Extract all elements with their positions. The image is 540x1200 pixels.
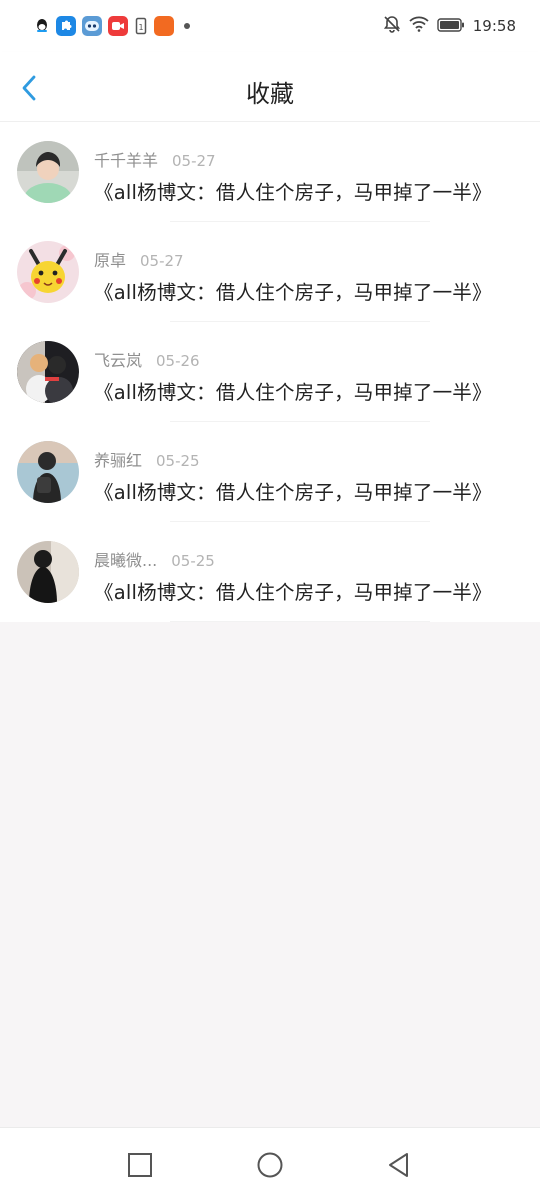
author-name: 晨曦微... <box>94 551 158 570</box>
item-date: 05-25 <box>156 452 200 470</box>
battery-icon <box>437 17 465 36</box>
avatar <box>17 141 79 203</box>
header: 收藏 <box>0 52 540 122</box>
item-title: 《all杨博文：借人住个房子，马甲掉了一半》 <box>94 281 492 304</box>
list-item[interactable]: 养骊红 05-25 《all杨博文：借人住个房子，马甲掉了一半》 <box>0 422 540 522</box>
circle-icon <box>257 1152 283 1178</box>
status-bar: 1 19:58 <box>0 0 540 52</box>
item-title: 《all杨博文：借人住个房子，马甲掉了一半》 <box>94 581 492 604</box>
author-name: 原卓 <box>94 251 127 270</box>
list-item[interactable]: 飞云岚 05-26 《all杨博文：借人住个房子，马甲掉了一半》 <box>0 322 540 422</box>
avatar <box>17 341 79 403</box>
avatar <box>17 541 79 603</box>
item-title: 《all杨博文：借人住个房子，马甲掉了一半》 <box>94 481 492 504</box>
list-item[interactable]: 晨曦微... 05-25 《all杨博文：借人住个房子，马甲掉了一半》 <box>0 522 540 622</box>
avatar <box>17 441 79 503</box>
video-app-icon <box>108 16 128 36</box>
status-right-icons: 19:58 <box>383 14 516 38</box>
nav-back-button[interactable] <box>383 1150 413 1180</box>
item-title: 《all杨博文：借人住个房子，马甲掉了一半》 <box>94 181 492 204</box>
author-name: 千千羊羊 <box>94 151 159 170</box>
svg-text:1: 1 <box>138 23 143 32</box>
home-button[interactable] <box>255 1150 285 1180</box>
status-left-icons: 1 <box>34 14 190 38</box>
item-date: 05-26 <box>156 352 200 370</box>
item-title: 《all杨博文：借人住个房子，马甲掉了一半》 <box>94 381 492 404</box>
author-name: 养骊红 <box>94 451 143 470</box>
item-meta: 原卓 05-27 <box>94 247 184 271</box>
item-date: 05-25 <box>171 552 215 570</box>
status-time: 19:58 <box>472 17 516 35</box>
bell-muted-icon <box>383 15 401 37</box>
qq-icon <box>34 16 50 36</box>
divider <box>170 621 430 622</box>
robot-app-icon <box>82 16 102 36</box>
avatar <box>17 241 79 303</box>
top-area: 1 19:58 收藏 <box>0 0 540 122</box>
list-item[interactable]: 千千羊羊 05-27 《all杨博文：借人住个房子，马甲掉了一半》 <box>0 122 540 222</box>
item-date: 05-27 <box>172 152 216 170</box>
item-meta: 晨曦微... 05-25 <box>94 547 215 571</box>
puzzle-app-icon <box>56 16 76 36</box>
item-meta: 飞云岚 05-26 <box>94 347 200 371</box>
square-icon <box>128 1153 152 1177</box>
triangle-back-icon <box>389 1153 408 1177</box>
item-date: 05-27 <box>140 252 184 270</box>
system-nav-bar <box>0 1127 540 1200</box>
more-dot-icon <box>184 23 190 29</box>
item-meta: 养骊红 05-25 <box>94 447 200 471</box>
author-name: 飞云岚 <box>94 351 143 370</box>
favorites-list: 千千羊羊 05-27 《all杨博文：借人住个房子，马甲掉了一半》 原卓 05-… <box>0 122 540 622</box>
sim-card-icon: 1 <box>134 16 148 36</box>
wifi-icon <box>409 16 429 36</box>
recent-apps-button[interactable] <box>125 1150 155 1180</box>
list-item[interactable]: 原卓 05-27 《all杨博文：借人住个房子，马甲掉了一半》 <box>0 222 540 322</box>
orange-app-icon <box>154 16 174 36</box>
item-meta: 千千羊羊 05-27 <box>94 147 216 171</box>
page-title: 收藏 <box>246 80 294 108</box>
